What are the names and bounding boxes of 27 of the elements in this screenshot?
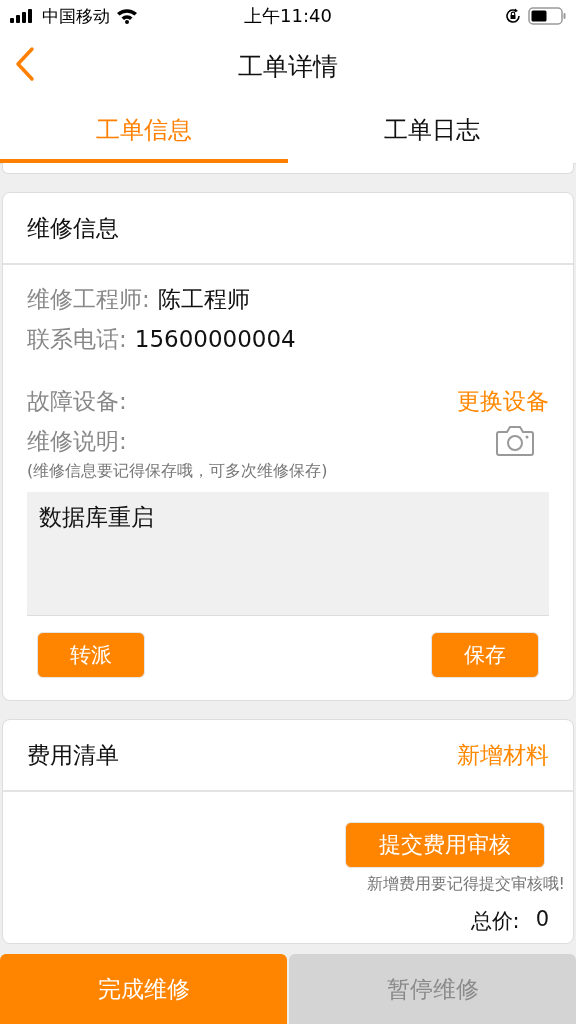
submit-review-button[interactable]: 提交费用审核 <box>345 822 545 868</box>
back-button[interactable] <box>14 46 36 82</box>
carrier-name: 中国移动 <box>42 4 110 28</box>
field-value: 陈工程师 <box>157 284 250 314</box>
card-title: 维修信息 <box>27 213 119 243</box>
action-button[interactable]: 保存 <box>431 632 539 678</box>
total-value: 0 <box>535 907 549 933</box>
battery-icon <box>528 7 566 25</box>
total-label: 总价: <box>470 908 520 935</box>
hint-text: 新增费用要记得提交审核哦! <box>366 874 565 895</box>
bottom-action-button[interactable]: 完成维修 <box>0 954 287 1024</box>
action-button[interactable]: 转派 <box>37 632 145 678</box>
replace-device-link[interactable]: 更换设备 <box>457 385 549 417</box>
hint-text: (维修信息要记得保存哦，可多次维修保存) <box>27 461 329 482</box>
field-label: 维修说明: <box>27 426 127 456</box>
field-label: 故障设备: <box>27 386 127 416</box>
clock-time: 上午11:40 <box>244 4 332 28</box>
camera-icon[interactable] <box>495 425 535 457</box>
field-label: 联系电话: <box>27 324 127 354</box>
wifi-icon <box>116 8 138 24</box>
add-material-link[interactable]: 新增材料 <box>457 739 549 771</box>
field-value: 15600000004 <box>134 326 296 352</box>
page-title: 工单详情 <box>238 50 338 83</box>
field-label: 维修工程师: <box>27 284 150 314</box>
rotation-lock-icon <box>504 7 522 25</box>
description-field[interactable]: 数据库重启 <box>27 492 549 616</box>
card-title: 费用清单 <box>27 740 119 770</box>
